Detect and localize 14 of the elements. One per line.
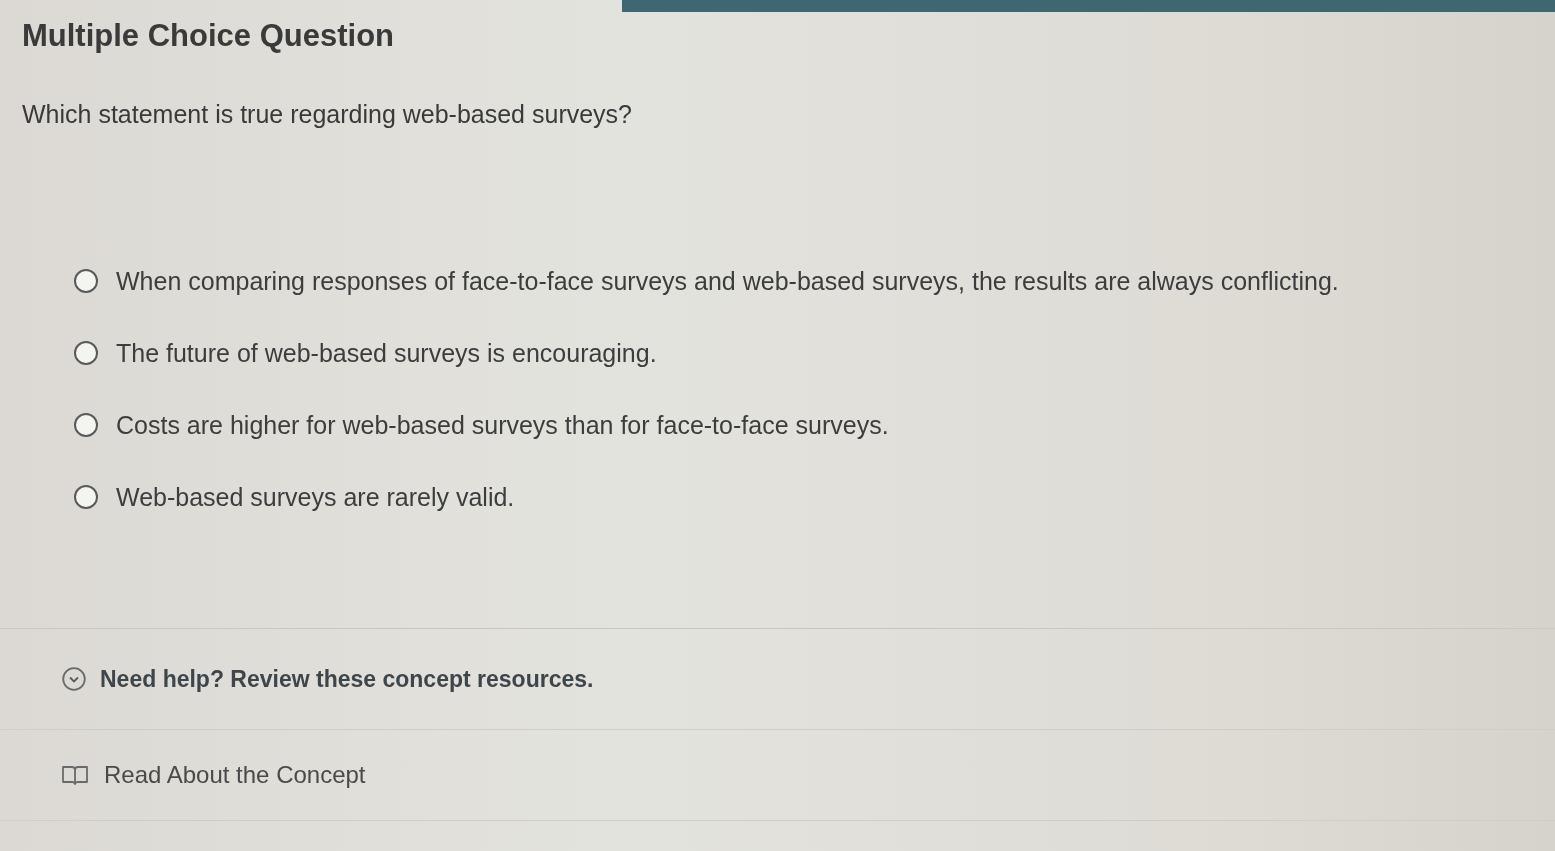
radio-button[interactable] [74, 341, 98, 365]
chevron-circle-icon [62, 667, 86, 691]
option-label: Web-based surveys are rarely valid. [116, 482, 515, 512]
book-icon [62, 765, 88, 785]
option-label: When comparing responses of face-to-face surveys and web-based surveys, the results are always conflicting. [116, 266, 1339, 296]
question-prompt: Which statement is true regarding web-based surveys? [22, 100, 632, 129]
radio-button[interactable] [74, 413, 98, 437]
option-label: Costs are higher for web-based surveys than for face-to-face surveys. [116, 410, 889, 440]
option-label: The future of web-based surveys is encouraging. [116, 338, 657, 368]
radio-button[interactable] [74, 269, 98, 293]
help-toggle[interactable]: Need help? Review these concept resources. [62, 665, 594, 693]
radio-button[interactable] [74, 485, 98, 509]
read-concept-link[interactable]: Read About the Concept [62, 761, 366, 789]
question-type-title: Multiple Choice Question [22, 18, 394, 54]
